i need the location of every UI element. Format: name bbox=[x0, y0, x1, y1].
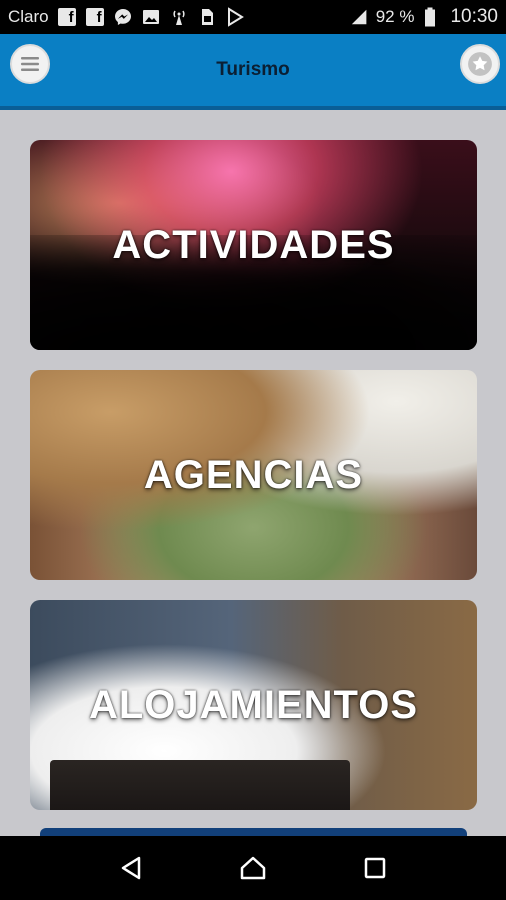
home-icon bbox=[240, 856, 266, 880]
back-icon bbox=[121, 856, 141, 880]
status-left: Claro f f bbox=[8, 7, 350, 27]
card-label: AGENCIAS bbox=[143, 452, 364, 497]
status-bar: Claro f f 92 % 10:30 bbox=[0, 0, 506, 34]
menu-button[interactable] bbox=[10, 44, 50, 84]
page-title: Turismo bbox=[216, 59, 290, 80]
star-icon bbox=[468, 52, 492, 76]
category-card-actividades[interactable]: ACTIVIDADES bbox=[30, 140, 477, 350]
card-label: ALOJAMIENTOS bbox=[88, 682, 419, 727]
battery-icon bbox=[420, 7, 440, 27]
hamburger-icon bbox=[21, 57, 39, 71]
facebook-icon: f bbox=[57, 7, 77, 27]
network-signal-icon bbox=[350, 7, 370, 27]
recents-button[interactable] bbox=[357, 850, 393, 886]
image-icon bbox=[141, 7, 161, 27]
favorites-button[interactable] bbox=[460, 44, 500, 84]
status-right: 92 % 10:30 bbox=[350, 6, 498, 28]
sim-icon bbox=[197, 7, 217, 27]
system-nav-bar bbox=[0, 836, 506, 900]
messenger-icon bbox=[113, 7, 133, 27]
signal-tower-icon bbox=[169, 7, 189, 27]
home-button[interactable] bbox=[235, 850, 271, 886]
category-card-partial[interactable] bbox=[40, 828, 467, 836]
back-button[interactable] bbox=[113, 850, 149, 886]
play-store-icon bbox=[225, 7, 245, 27]
category-card-agencias[interactable]: AGENCIAS bbox=[30, 370, 477, 580]
card-label: ACTIVIDADES bbox=[112, 222, 395, 267]
facebook-icon: f bbox=[85, 7, 105, 27]
carrier-label: Claro bbox=[8, 7, 49, 26]
app-bar: Turismo bbox=[0, 34, 506, 110]
recents-icon bbox=[364, 857, 386, 879]
battery-percent: 92 % bbox=[375, 7, 415, 26]
clock: 10:30 bbox=[450, 6, 498, 27]
category-card-alojamientos[interactable]: ALOJAMIENTOS bbox=[30, 600, 477, 810]
